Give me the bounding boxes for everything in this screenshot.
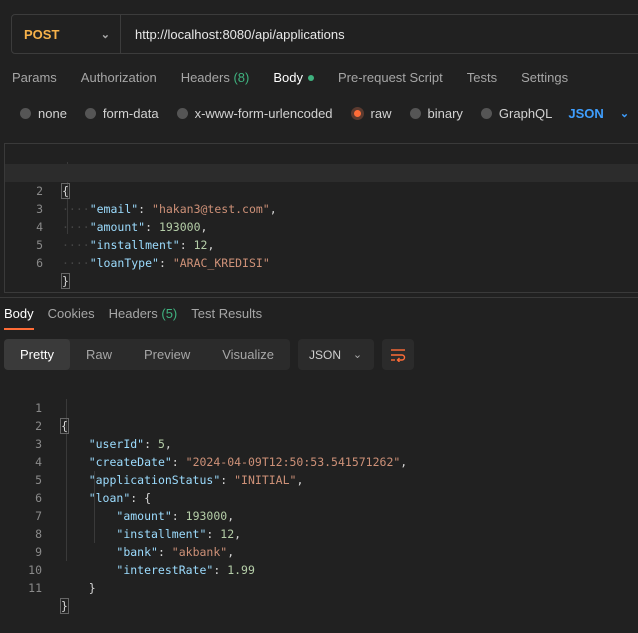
radio-none[interactable]: none — [20, 106, 67, 121]
line-number: 6 — [36, 256, 43, 270]
radio-circle-icon — [480, 108, 492, 119]
modified-dot-icon — [307, 74, 314, 81]
code-line: 8 "bank": "akbank", — [4, 507, 638, 559]
code-line: 10 } — [4, 543, 638, 595]
method-select[interactable]: POST ⌄ — [12, 15, 121, 53]
code-line: 6 "amount": 193000, — [4, 471, 638, 523]
tab-label: Body — [4, 306, 34, 321]
radio-binary[interactable]: binary — [409, 106, 463, 121]
body-format-label: JSON — [568, 106, 604, 121]
tab-label: Params — [12, 70, 57, 85]
radio-circle-icon — [84, 108, 96, 119]
tab-pre-request-script[interactable]: Pre-request Script — [338, 70, 443, 92]
view-preview-button[interactable]: Preview — [128, 339, 206, 370]
code-line: 6 } — [5, 236, 638, 289]
request-body-editor[interactable]: 1 { 2 ····"email": "hakan3@test.com", 3 … — [4, 143, 638, 293]
method-label: POST — [24, 26, 60, 42]
tab-label: Pre-request Script — [337, 70, 443, 85]
code-line: 1 { — [4, 381, 638, 434]
response-format-dropdown[interactable]: JSON ⌄ — [298, 339, 375, 370]
line-number: 11 — [28, 581, 42, 595]
json-key: "loanType" — [89, 256, 159, 270]
json-value: "ARAC_KREDISI" — [172, 256, 270, 270]
tab-label: Tests — [466, 70, 498, 85]
chevron-down-icon: ⌄ — [619, 108, 630, 120]
code-line: 5 ····"loanType": "ARAC_KREDISI" — [5, 218, 638, 270]
response-view-bar: Pretty Raw Preview Visualize JSON ⌄ — [4, 339, 415, 370]
response-tab-cookies[interactable]: Cookies — [48, 306, 95, 330]
chevron-down-icon: ⌄ — [352, 349, 363, 361]
response-tab-body[interactable]: Body — [4, 306, 34, 330]
radio-label: GraphQL — [498, 106, 553, 121]
tab-count: (5) — [161, 306, 178, 321]
view-mode-segmented: Pretty Raw Preview Visualize — [4, 339, 291, 370]
tab-count: (8) — [233, 70, 250, 85]
code-line: 7 "installment": 12, — [4, 489, 638, 541]
tab-params[interactable]: Params — [12, 70, 57, 92]
radio-graphql[interactable]: GraphQL — [480, 106, 553, 121]
radio-selected-icon — [350, 107, 364, 120]
body-format-dropdown[interactable]: JSON ⌄ — [568, 106, 629, 121]
tab-label: Test Results — [191, 306, 263, 321]
tab-headers[interactable]: Headers (8) — [181, 70, 250, 92]
radio-label: none — [38, 106, 67, 121]
brace: } — [60, 598, 69, 614]
brace: } — [61, 273, 70, 289]
url-input[interactable]: http://localhost:8080/api/applications — [121, 27, 345, 42]
tab-label: Cookies — [47, 306, 95, 321]
tab-body[interactable]: Body — [273, 70, 314, 92]
radio-label: x-www-form-urlencoded — [194, 106, 333, 121]
radio-circle-icon — [20, 108, 31, 119]
code-line: 4 ····"installment": 12, — [5, 200, 638, 252]
response-tab-headers[interactable]: Headers (5) — [109, 306, 178, 330]
tab-label: Headers — [108, 306, 158, 321]
tab-authorization[interactable]: Authorization — [81, 70, 157, 92]
response-body-viewer[interactable]: 1 { 2 "userId": 5, 3 "createDate": "2024… — [4, 381, 638, 614]
radio-label: raw — [370, 106, 392, 121]
radio-label: form-data — [102, 106, 159, 121]
response-tab-test-results[interactable]: Test Results — [191, 306, 262, 330]
radio-form-data[interactable]: form-data — [84, 106, 159, 121]
radio-raw[interactable]: raw — [350, 106, 392, 121]
brace: } — [88, 581, 96, 595]
wrap-lines-icon — [391, 348, 406, 362]
code-line: 2 "userId": 5, — [4, 399, 638, 451]
tab-tests[interactable]: Tests — [467, 70, 497, 92]
request-url-bar: POST ⌄ http://localhost:8080/api/applica… — [11, 14, 638, 54]
tab-label: Authorization — [80, 70, 157, 85]
tab-label: Headers — [180, 70, 230, 85]
response-tabs: Body Cookies Headers (5) Test Results — [4, 306, 276, 330]
view-pretty-button[interactable]: Pretty — [4, 339, 70, 370]
code-line: 3 "createDate": "2024-04-09T12:50:53.541… — [4, 417, 638, 469]
radio-circle-icon — [409, 108, 421, 119]
code-line: 2 ····"email": "hakan3@test.com", — [5, 164, 638, 216]
body-type-options: none form-data x-www-form-urlencoded raw… — [20, 106, 629, 121]
code-line: 9 "interestRate": 1.99 — [4, 525, 638, 577]
radio-circle-icon — [176, 108, 188, 119]
code-line: 4 "applicationStatus": "INITIAL", — [4, 435, 638, 487]
radio-label: binary — [427, 106, 463, 121]
pane-divider[interactable] — [0, 297, 638, 298]
tab-settings[interactable]: Settings — [521, 70, 568, 92]
code-line: 5 "loan": { — [4, 453, 638, 505]
code-line: 1 { — [5, 146, 638, 199]
tab-label: Settings — [521, 70, 569, 85]
tab-label: Body — [273, 70, 303, 85]
view-visualize-button[interactable]: Visualize — [206, 339, 290, 370]
code-line: 11 } — [4, 561, 638, 614]
wrap-lines-button[interactable] — [382, 339, 415, 370]
view-raw-button[interactable]: Raw — [70, 339, 128, 370]
code-line: 3 ····"amount": 193000, — [5, 182, 638, 234]
chevron-down-icon: ⌄ — [100, 28, 110, 41]
request-tabs: Params Authorization Headers (8) Body Pr… — [12, 70, 592, 92]
radio-x-www-form-urlencoded[interactable]: x-www-form-urlencoded — [176, 106, 333, 121]
response-format-label: JSON — [309, 347, 342, 362]
